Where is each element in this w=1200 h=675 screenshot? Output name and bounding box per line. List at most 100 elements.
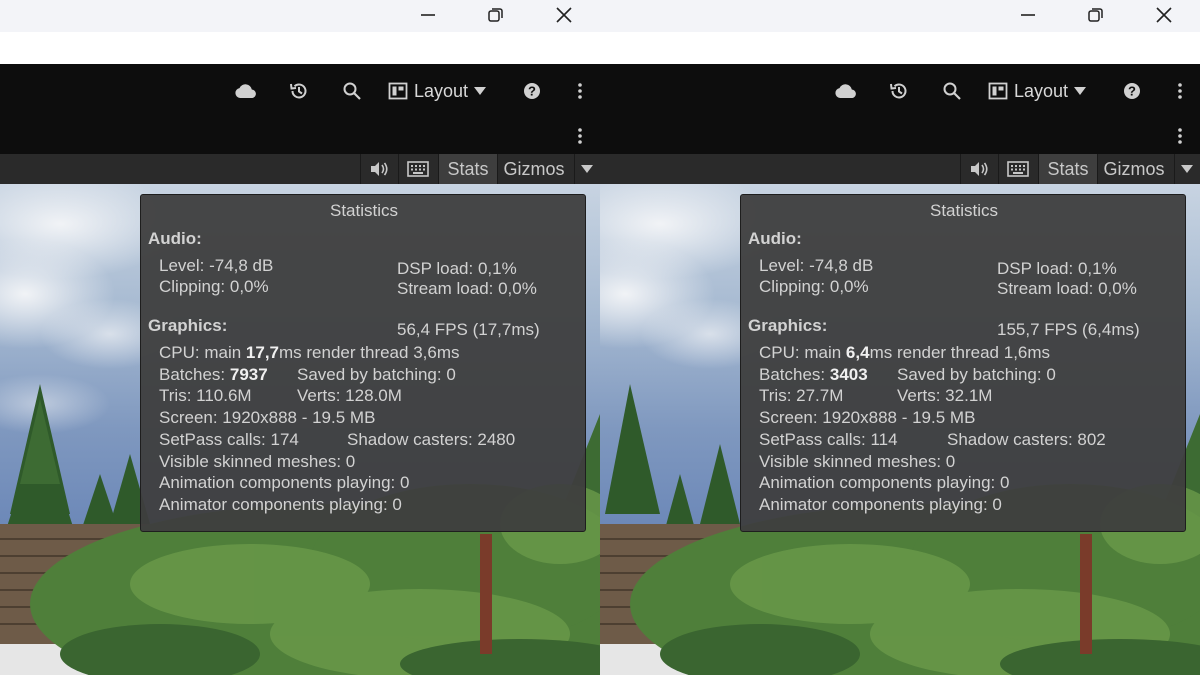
more-button[interactable] bbox=[570, 79, 590, 103]
secondary-toolbar bbox=[0, 118, 600, 154]
statistics-title: Statistics bbox=[929, 201, 999, 220]
fps-readout: 56,4 FPS (17,7ms) bbox=[397, 320, 540, 339]
game-view-header: Stats Gizmos bbox=[0, 154, 600, 184]
statistics-panel: Statistics Audio: Level: -74,8 dB DSP lo… bbox=[140, 194, 586, 532]
minimize-button[interactable] bbox=[1013, 4, 1043, 26]
stream-load: Stream load: 0,0% bbox=[397, 279, 537, 298]
gizmos-dropdown[interactable] bbox=[1175, 154, 1199, 184]
shadow-casters-readout: Shadow casters: 802 bbox=[947, 430, 1106, 449]
audio-icon bbox=[371, 162, 388, 176]
fps-readout: 155,7 FPS (6,4ms) bbox=[997, 320, 1140, 339]
search-button[interactable] bbox=[940, 79, 964, 103]
restore-icon bbox=[1088, 8, 1103, 22]
layout-icon bbox=[388, 82, 408, 100]
search-icon bbox=[343, 82, 361, 100]
animator-components-readout: Animator components playing: 0 bbox=[759, 495, 1002, 514]
saved-by-batching: Saved by batching: 0 bbox=[297, 365, 456, 384]
dropdown-icon bbox=[1074, 87, 1087, 95]
stats-toggle[interactable]: Stats bbox=[1039, 154, 1097, 184]
dropdown-icon bbox=[581, 165, 593, 173]
audio-toggle[interactable] bbox=[361, 154, 397, 184]
secondary-toolbar bbox=[600, 118, 1200, 154]
batches-readout: Batches: 7937 bbox=[159, 365, 268, 384]
dsp-load: DSP load: 0,1% bbox=[997, 259, 1117, 278]
verts-readout: Verts: 32.1M bbox=[897, 386, 993, 405]
audio-heading: Audio: bbox=[148, 229, 202, 248]
audio-toggle[interactable] bbox=[961, 154, 997, 184]
layout-dropdown[interactable]: Layout bbox=[388, 78, 487, 104]
more-icon bbox=[1178, 128, 1182, 144]
more-icon bbox=[578, 83, 582, 99]
minimize-button[interactable] bbox=[413, 4, 443, 26]
window-titlebar bbox=[0, 0, 600, 32]
stream-load: Stream load: 0,0% bbox=[997, 279, 1137, 298]
stats-toggle[interactable]: Stats bbox=[439, 154, 497, 184]
svg-text:?: ? bbox=[1128, 84, 1136, 99]
verts-readout: Verts: 128.0M bbox=[297, 386, 402, 405]
cloud-icon bbox=[835, 84, 856, 98]
close-button[interactable] bbox=[549, 4, 579, 26]
menu-strip bbox=[600, 32, 1200, 64]
visible-skinned-readout: Visible skinned meshes: 0 bbox=[759, 452, 956, 471]
setpass-readout: SetPass calls: 114 bbox=[759, 430, 898, 449]
cloud-button[interactable] bbox=[232, 79, 260, 103]
more-button[interactable] bbox=[1170, 79, 1190, 103]
restore-icon bbox=[488, 8, 503, 22]
history-button[interactable] bbox=[886, 79, 912, 103]
game-view-header: Stats Gizmos bbox=[600, 154, 1200, 184]
editor-toolbar: Layout ? bbox=[600, 64, 1200, 118]
editor-toolbar: Layout ? bbox=[0, 64, 600, 118]
keyboard-icon bbox=[407, 161, 429, 177]
more-button[interactable] bbox=[570, 124, 590, 148]
more-button[interactable] bbox=[1170, 124, 1190, 148]
layout-dropdown[interactable]: Layout bbox=[988, 78, 1087, 104]
more-icon bbox=[578, 128, 582, 144]
keyboard-icon bbox=[1007, 161, 1029, 177]
audio-clipping: Clipping: 0,0% bbox=[159, 277, 269, 296]
more-icon bbox=[1178, 83, 1182, 99]
keyboard-toggle[interactable] bbox=[999, 154, 1037, 184]
audio-level: Level: -74,8 dB bbox=[159, 256, 274, 275]
gizmos-toggle[interactable]: Gizmos bbox=[1098, 154, 1170, 184]
dsp-load: DSP load: 0,1% bbox=[397, 259, 517, 278]
help-button[interactable]: ? bbox=[1120, 79, 1144, 103]
screen-readout: Screen: 1920x888 - 19.5 MB bbox=[759, 408, 976, 427]
close-icon bbox=[556, 7, 572, 23]
editor-pane-left: Layout ? Stats Gizmos Statistics Audio: … bbox=[0, 0, 600, 675]
visible-skinned-readout: Visible skinned meshes: 0 bbox=[159, 452, 356, 471]
history-button[interactable] bbox=[286, 79, 312, 103]
setpass-readout: SetPass calls: 174 bbox=[159, 430, 299, 449]
saved-by-batching: Saved by batching: 0 bbox=[897, 365, 1056, 384]
svg-text:?: ? bbox=[528, 84, 536, 99]
batches-readout: Batches: 3403 bbox=[759, 365, 868, 384]
help-button[interactable]: ? bbox=[520, 79, 544, 103]
animation-components-readout: Animation components playing: 0 bbox=[159, 473, 410, 492]
minimize-icon bbox=[421, 14, 435, 16]
minimize-icon bbox=[1021, 14, 1035, 16]
audio-icon bbox=[971, 162, 988, 176]
history-icon bbox=[890, 83, 907, 99]
search-icon bbox=[943, 82, 961, 100]
restore-button[interactable] bbox=[480, 4, 510, 26]
help-icon: ? bbox=[524, 83, 540, 99]
layout-icon bbox=[988, 82, 1008, 100]
tris-readout: Tris: 27.7M bbox=[759, 386, 844, 405]
gizmos-dropdown[interactable] bbox=[575, 154, 599, 184]
keyboard-toggle[interactable] bbox=[399, 154, 437, 184]
gizmos-toggle[interactable]: Gizmos bbox=[498, 154, 570, 184]
audio-clipping: Clipping: 0,0% bbox=[759, 277, 869, 296]
restore-button[interactable] bbox=[1080, 4, 1110, 26]
shadow-casters-readout: Shadow casters: 2480 bbox=[347, 430, 516, 449]
search-button[interactable] bbox=[340, 79, 364, 103]
layout-label: Layout bbox=[414, 80, 469, 101]
cpu-readout: CPU: main 17,7ms render thread 3,6ms bbox=[159, 343, 460, 362]
audio-level: Level: -74,8 dB bbox=[759, 256, 874, 275]
cloud-button[interactable] bbox=[832, 79, 860, 103]
editor-pane-right: Layout ? Stats Gizmos Statistics Audio: … bbox=[600, 0, 1200, 675]
animator-components-readout: Animator components playing: 0 bbox=[159, 495, 402, 514]
graphics-heading: Graphics: bbox=[748, 316, 828, 335]
statistics-panel: Statistics Audio: Level: -74,8 dB DSP lo… bbox=[740, 194, 1186, 532]
menu-strip bbox=[0, 32, 600, 64]
dropdown-icon bbox=[1181, 165, 1193, 173]
close-button[interactable] bbox=[1149, 4, 1179, 26]
